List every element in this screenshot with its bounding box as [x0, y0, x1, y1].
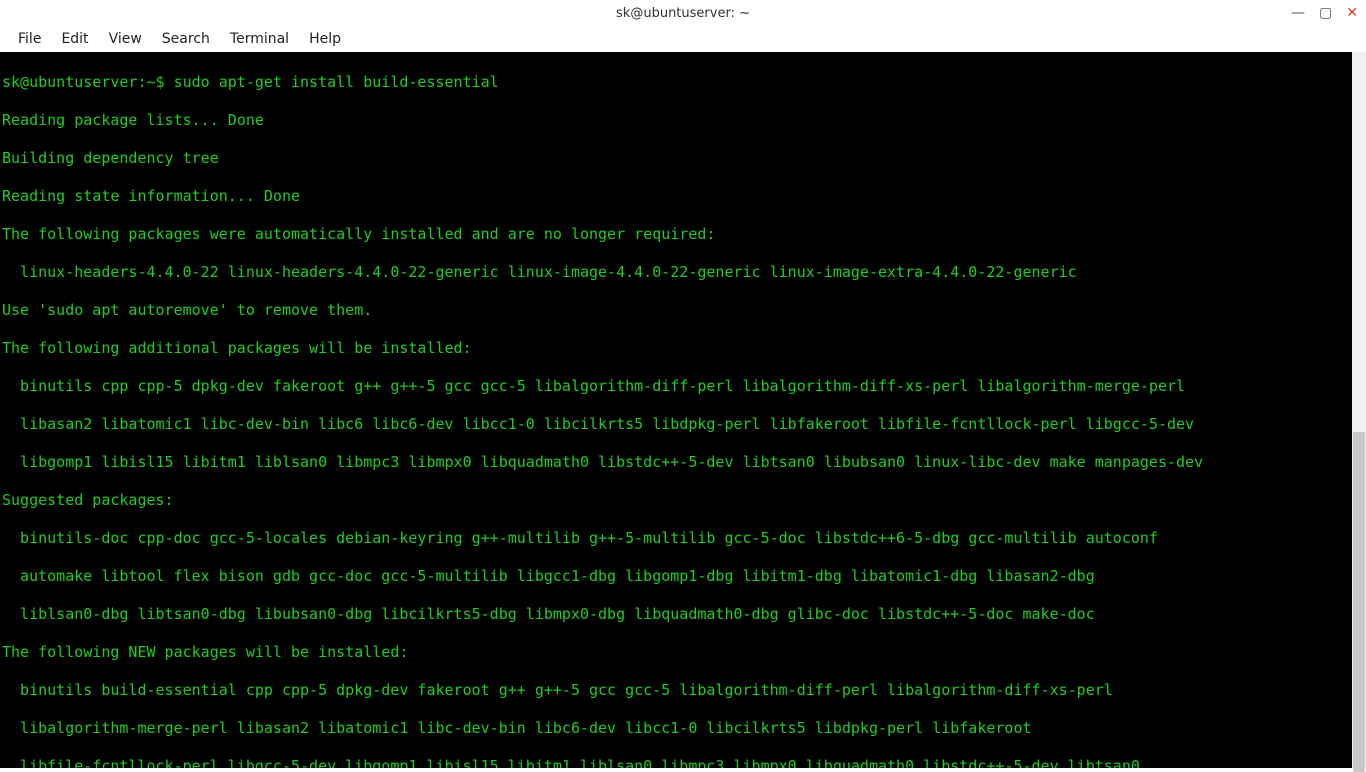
output-line: liblsan0-dbg libtsan0-dbg libubsan0-dbg …	[2, 605, 1364, 624]
output-line: libfile-fcntllock-perl libgcc-5-dev libg…	[2, 757, 1364, 768]
output-line: binutils build-essential cpp cpp-5 dpkg-…	[2, 681, 1364, 700]
output-line: automake libtool flex bison gdb gcc-doc …	[2, 567, 1364, 586]
output-line: The following NEW packages will be insta…	[2, 643, 1364, 662]
menu-help[interactable]: Help	[301, 29, 349, 49]
output-line: Suggested packages:	[2, 491, 1364, 510]
output-line: The following additional packages will b…	[2, 339, 1364, 358]
output-line: binutils cpp cpp-5 dpkg-dev fakeroot g++…	[2, 377, 1364, 396]
output-line: libgomp1 libisl15 libitm1 liblsan0 libmp…	[2, 453, 1364, 472]
menu-terminal[interactable]: Terminal	[222, 29, 297, 49]
output-line: The following packages were automaticall…	[2, 225, 1364, 244]
output-line: Building dependency tree	[2, 149, 1364, 168]
menu-search[interactable]: Search	[154, 29, 218, 49]
output-line: libasan2 libatomic1 libc-dev-bin libc6 l…	[2, 415, 1364, 434]
menubar: File Edit View Search Terminal Help	[0, 26, 1366, 52]
window-controls: — ▢ ✕	[1291, 0, 1358, 26]
shell-prompt: sk@ubuntuserver:~$	[2, 73, 174, 91]
menu-edit[interactable]: Edit	[53, 29, 96, 49]
menu-file[interactable]: File	[10, 29, 49, 49]
window-title: sk@ubuntuserver: ~	[616, 6, 750, 21]
output-line: libalgorithm-merge-perl libasan2 libatom…	[2, 719, 1364, 738]
close-icon[interactable]: ✕	[1346, 6, 1358, 20]
scrollbar-thumb[interactable]	[1353, 432, 1365, 772]
output-line: Use 'sudo apt autoremove' to remove them…	[2, 301, 1364, 320]
output-line: Reading state information... Done	[2, 187, 1364, 206]
prompt-line: sk@ubuntuserver:~$ sudo apt-get install …	[2, 73, 1364, 92]
terminal-content: sk@ubuntuserver:~$ sudo apt-get install …	[2, 54, 1364, 768]
maximize-icon[interactable]: ▢	[1319, 6, 1332, 20]
scrollbar-track[interactable]	[1352, 52, 1366, 768]
output-line: linux-headers-4.4.0-22 linux-headers-4.4…	[2, 263, 1364, 282]
terminal-viewport[interactable]: sk@ubuntuserver:~$ sudo apt-get install …	[0, 52, 1366, 768]
output-line: binutils-doc cpp-doc gcc-5-locales debia…	[2, 529, 1364, 548]
output-line: Reading package lists... Done	[2, 111, 1364, 130]
menu-view[interactable]: View	[101, 29, 150, 49]
minimize-icon[interactable]: —	[1291, 6, 1305, 20]
shell-command: sudo apt-get install build-essential	[174, 73, 499, 91]
window-titlebar: sk@ubuntuserver: ~ — ▢ ✕	[0, 0, 1366, 26]
